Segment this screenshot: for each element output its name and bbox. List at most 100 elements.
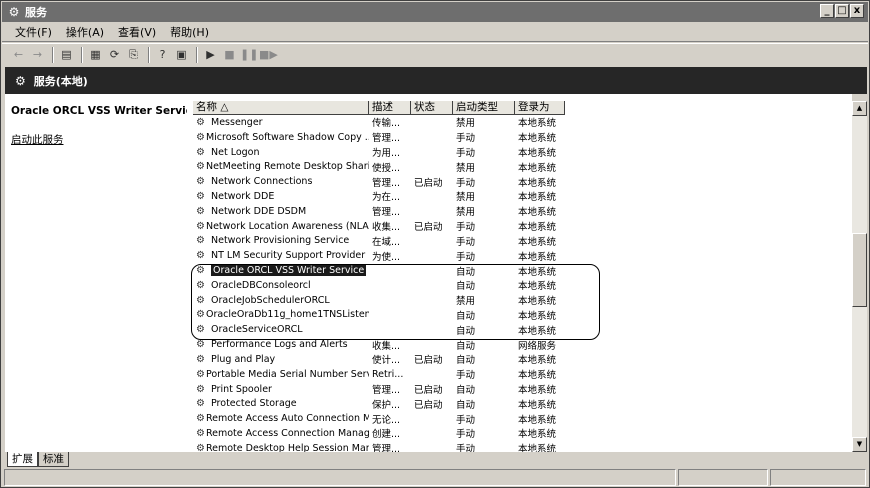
service-name-text: Microsoft Software Shadow Copy ... <box>205 131 369 143</box>
refresh-icon[interactable]: ⟳ <box>106 46 123 63</box>
service-name-cell: ⚙ Network Location Awareness (NLA) <box>193 221 369 232</box>
service-row[interactable]: ⚙ Microsoft Software Shadow Copy ... 管理...… <box>193 130 585 145</box>
close-button[interactable]: x <box>850 4 864 18</box>
menu-action[interactable]: 操作(A) <box>59 24 111 40</box>
show-hide-console-tree-icon[interactable]: ▤ <box>58 46 75 63</box>
services-gear-icon: ⚙ <box>8 5 20 19</box>
service-gear-icon: ⚙ <box>196 235 205 247</box>
service-name-text: Remote Desktop Help Session Man... <box>205 442 369 452</box>
forward-icon[interactable]: → <box>29 46 46 63</box>
tab-standard[interactable]: 标准 <box>38 452 69 467</box>
service-name-text: Messenger <box>211 116 263 128</box>
start-service-link[interactable]: 启动此服务 <box>11 132 64 147</box>
service-name-text: Performance Logs and Alerts <box>211 339 348 351</box>
vertical-scrollbar[interactable]: ▲ ▼ <box>852 101 867 452</box>
service-row[interactable]: ⚙ Performance Logs and Alerts 收集... 自动 网络服务 <box>193 337 585 352</box>
service-startup-type-cell: 禁用 <box>456 207 476 219</box>
service-row[interactable]: ⚙ Print Spooler 管理... 已启动 自动 本地系统 <box>193 382 585 397</box>
pause-service-icon[interactable]: ❚❚ <box>240 46 258 63</box>
service-log-on-cell: 本地系统 <box>518 177 557 189</box>
service-row[interactable]: ⚙ Network Provisioning Service 在域... 手动 本地系统 <box>193 234 585 249</box>
service-row[interactable]: ⚙ Network Connections 管理... 已启动 手动 本地系统 <box>193 174 585 189</box>
service-name-text: Plug and Play <box>211 353 276 365</box>
toolbar-separator <box>148 46 150 63</box>
service-log-on-cell: 本地系统 <box>518 370 557 382</box>
title-bar: ⚙ 服务 _ □ x <box>2 2 868 22</box>
service-name-text: NetMeeting Remote Desktop Sharing <box>205 161 369 173</box>
service-row[interactable]: ⚙ Remote Access Connection Manager 创建... 手动… <box>193 426 585 441</box>
scroll-down-button[interactable]: ▼ <box>852 437 867 452</box>
service-gear-icon: ⚙ <box>196 220 205 232</box>
service-row[interactable]: ⚙ OracleJobSchedulerORCL 禁用 本地系统 <box>193 293 585 308</box>
service-row[interactable]: ⚙ OracleDBConsoleorcl 自动 本地系统 <box>193 278 585 293</box>
service-description-cell: 使授... <box>372 162 401 174</box>
service-row[interactable]: ⚙ Remote Access Auto Connection M... 无论...… <box>193 411 585 426</box>
service-gear-icon: ⚙ <box>196 205 205 217</box>
service-startup-type-cell: 自动 <box>456 340 476 352</box>
back-icon[interactable]: ← <box>10 46 27 63</box>
column-header-log-on-as[interactable]: 登录为 <box>515 101 565 115</box>
service-log-on-cell: 本地系统 <box>518 251 557 263</box>
maximize-button[interactable]: □ <box>835 4 849 18</box>
service-name-text: Print Spooler <box>211 383 272 395</box>
service-row[interactable]: ⚙ Portable Media Serial Number Service Ret… <box>193 367 585 382</box>
service-description-cell: 使计... <box>372 355 401 367</box>
scroll-up-button[interactable]: ▲ <box>852 101 867 116</box>
service-log-on-cell: 本地系统 <box>518 222 557 234</box>
column-headers: 名称 △ 描述 状态 启动类型 登录为 <box>193 101 565 115</box>
minimize-button[interactable]: _ <box>820 4 834 18</box>
service-row[interactable]: ⚙ OracleServiceORCL 自动 本地系统 <box>193 322 585 337</box>
status-bar <box>4 469 868 486</box>
service-row[interactable]: ⚙ OracleOraDb11g_home1TNSListener 自动 本地系统 <box>193 308 585 323</box>
service-name-text: Protected Storage <box>211 398 297 410</box>
service-row[interactable]: ⚙ Messenger 传输... 禁用 本地系统 <box>193 115 585 130</box>
menu-help[interactable]: 帮助(H) <box>163 24 216 40</box>
help-icon[interactable]: ? <box>154 46 171 63</box>
service-row[interactable]: ⚙ Net Logon 为用... 手动 本地系统 <box>193 145 585 160</box>
service-row[interactable]: ⚙ Plug and Play 使计... 已启动 自动 本地系统 <box>193 352 585 367</box>
menu-file[interactable]: 文件(F) <box>2 24 59 40</box>
service-row[interactable]: ⚙ Oracle ORCL VSS Writer Service 自动 本地系统 <box>193 263 585 278</box>
service-log-on-cell: 本地系统 <box>518 296 557 308</box>
services-list[interactable]: 名称 △ 描述 状态 启动类型 登录为 ⚙ Messenger 传输... 禁用 本地系… <box>187 94 852 452</box>
service-gear-icon: ⚙ <box>196 161 205 173</box>
service-log-on-cell: 网络服务 <box>518 340 557 352</box>
service-log-on-cell: 本地系统 <box>518 118 557 130</box>
service-description-cell: 管理... <box>372 207 401 219</box>
properties-icon[interactable]: ▦ <box>87 46 104 63</box>
service-startup-type-cell: 手动 <box>456 177 476 189</box>
service-row[interactable]: ⚙ Network Location Awareness (NLA) 收集... 已启… <box>193 219 585 234</box>
service-row[interactable]: ⚙ Remote Desktop Help Session Man... 管理...… <box>193 441 585 452</box>
scroll-thumb[interactable] <box>852 233 867 307</box>
service-description-cell: 为在... <box>372 192 401 204</box>
service-row[interactable]: ⚙ NetMeeting Remote Desktop Sharing 使授... 禁… <box>193 159 585 174</box>
service-row[interactable]: ⚙ Network DDE 为在... 禁用 本地系统 <box>193 189 585 204</box>
column-header-name[interactable]: 名称 △ <box>193 101 369 115</box>
column-header-startup-type[interactable]: 启动类型 <box>453 101 515 115</box>
service-startup-type-cell: 自动 <box>456 281 476 293</box>
service-log-on-cell: 本地系统 <box>518 399 557 411</box>
services-window: ⚙ 服务 _ □ x 文件(F) 操作(A) 查看(V) 帮助(H) ← → ▤… <box>0 0 870 488</box>
service-description-cell: 管理... <box>372 177 401 189</box>
service-row[interactable]: ⚙ Network DDE DSDM 管理... 禁用 本地系统 <box>193 204 585 219</box>
restart-service-icon[interactable]: ■▶ <box>259 46 278 63</box>
stop-service-icon[interactable]: ■ <box>221 46 238 63</box>
service-log-on-cell: 本地系统 <box>518 414 557 426</box>
service-row[interactable]: ⚙ NT LM Security Support Provider 为使... 手动 本… <box>193 248 585 263</box>
service-name-cell: ⚙ OracleOraDb11g_home1TNSListener <box>193 309 369 320</box>
service-log-on-cell: 本地系统 <box>518 148 557 160</box>
start-service-icon[interactable]: ▶ <box>202 46 219 63</box>
column-header-status[interactable]: 状态 <box>411 101 453 115</box>
service-name-cell: ⚙ NT LM Security Support Provider <box>193 250 369 261</box>
service-status-cell: 已启动 <box>414 399 443 411</box>
console-icon[interactable]: ▣ <box>173 46 190 63</box>
service-row[interactable]: ⚙ Protected Storage 保护... 已启动 自动 本地系统 <box>193 396 585 411</box>
column-header-description[interactable]: 描述 <box>369 101 411 115</box>
menu-view[interactable]: 查看(V) <box>111 24 163 40</box>
service-log-on-cell: 本地系统 <box>518 429 557 441</box>
service-name-text: Network DDE <box>211 190 275 202</box>
service-status-cell: 已启动 <box>414 355 443 367</box>
export-list-icon[interactable]: ⎘ <box>125 46 142 63</box>
service-name-text: Network Provisioning Service <box>211 235 350 247</box>
tab-extended[interactable]: 扩展 <box>7 452 38 467</box>
